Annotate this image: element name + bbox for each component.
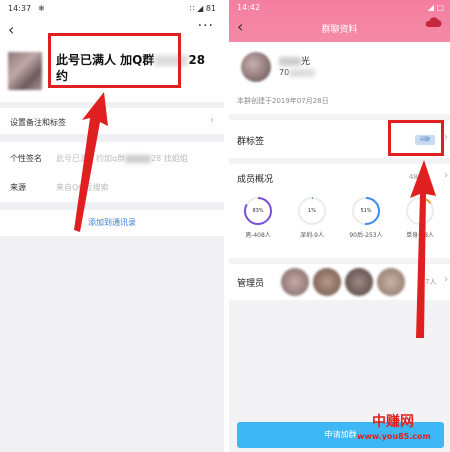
row-label: 管理员: [237, 279, 265, 289]
stat-single: 单身-68人: [395, 196, 445, 239]
highlight-box-group-tag: [388, 120, 444, 156]
screenshot-comparison: 14:37 ✱ ∷ ◢ 81 ‹ ··· 此号已满人 加Q群 28 约 设置备注和…: [0, 0, 450, 452]
avatar: [377, 268, 405, 296]
ring-chart: 51%: [351, 196, 381, 226]
cloud-icon[interactable]: [424, 16, 442, 28]
avatar: [345, 268, 373, 296]
source-value: 来自QQ号搜索: [56, 183, 109, 192]
ring-percent: 1%: [308, 208, 316, 214]
row-label: 来源: [10, 183, 26, 192]
ring-chart: 1%: [297, 196, 327, 226]
avatar: [281, 268, 309, 296]
ring-chart: [405, 196, 435, 226]
avatar[interactable]: [8, 52, 42, 90]
chevron-right-icon: ›: [444, 274, 448, 285]
highlight-box-profile-name: [48, 33, 181, 88]
group-created-date: 本群创建于2019年07月28日: [237, 97, 329, 105]
member-count: 487人: [409, 173, 430, 181]
stat-caption: 深圳-9人: [300, 232, 324, 239]
watermark-name: 中赚网: [372, 414, 414, 430]
stat-caption: 单身-68人: [406, 232, 434, 239]
status-indicator-icon: ✱: [38, 4, 45, 13]
ring-chart: 83%: [243, 196, 273, 226]
stat-caption: 男-408人: [245, 232, 271, 239]
chevron-left-icon[interactable]: ‹: [8, 20, 14, 39]
stat-location: 1% 深圳-9人: [287, 196, 337, 239]
status-icons: ∷ ◢ 81: [189, 4, 216, 13]
group-header: 14:42 ◢ □ ‹ 群聊资料: [229, 0, 450, 42]
stat-gender: 83% 男-408人: [233, 196, 283, 239]
row-label: 群标签: [237, 137, 265, 147]
admin-count: 7人: [425, 278, 437, 286]
member-overview[interactable]: 成员概况 487人 › 83% 男-408人 1% 深圳-9人 51% 90后-…: [229, 164, 450, 258]
avatar: [313, 268, 341, 296]
admin-row[interactable]: 管理员 7人 ›: [229, 264, 450, 300]
status-time: 14:42: [237, 3, 261, 12]
signature-value: 此号已满，约加q群 28 找姐姐: [56, 154, 188, 163]
row-remark-tags[interactable]: 设置备注和标签 ›: [0, 108, 224, 134]
profile-name-suffix: 28: [188, 53, 206, 67]
chevron-right-icon: ›: [210, 115, 214, 126]
status-bar-left: 14:37 ✱ ∷ ◢ 81: [0, 0, 224, 18]
page-title: 群聊资料: [321, 25, 358, 35]
more-dots-icon[interactable]: ···: [198, 18, 214, 34]
ring-percent: 51%: [360, 208, 372, 214]
ring-percent: 83%: [252, 208, 264, 214]
stat-caption: 90后-253人: [349, 232, 383, 239]
row-label: 成员概况: [237, 175, 274, 185]
chevron-right-icon: ›: [444, 170, 448, 181]
watermark-url: www.you85.com: [357, 432, 431, 441]
group-name: 光: [279, 54, 310, 67]
status-icons: ◢ □: [427, 3, 444, 12]
row-label: 设置备注和标签: [10, 118, 66, 127]
group-avatar[interactable]: [241, 52, 271, 82]
stat-age: 51% 90后-253人: [341, 196, 391, 239]
group-info-card: 光 70 本群创建于2019年07月28日: [229, 42, 450, 114]
right-group-screen: 14:42 ◢ □ ‹ 群聊资料 光 70 本群创建于2019年07月28日 群…: [229, 0, 450, 452]
row-label: 个性签名: [10, 154, 42, 163]
group-number: 70: [279, 68, 316, 77]
chevron-right-icon: ›: [444, 132, 448, 143]
add-to-contacts-link[interactable]: 添加到通讯录: [0, 210, 224, 236]
row-signature[interactable]: 个性签名 此号已满，约加q群 28 找姐姐: [0, 142, 224, 172]
row-source: 来源 来自QQ号搜索: [0, 172, 224, 202]
status-time: 14:37: [8, 4, 32, 13]
